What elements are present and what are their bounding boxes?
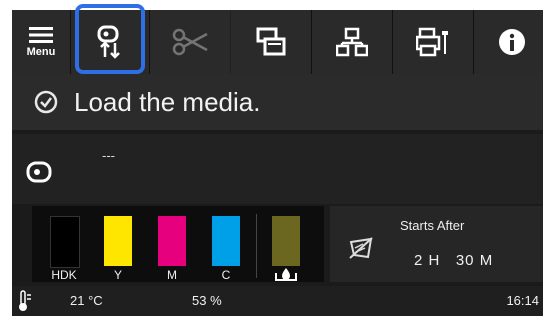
info-icon bbox=[498, 29, 525, 55]
media-feed-icon bbox=[97, 25, 120, 59]
ink-c bbox=[212, 216, 240, 266]
ink-levels[interactable]: HDK Y M C bbox=[32, 206, 324, 282]
menu-button[interactable]: Menu bbox=[12, 10, 71, 74]
status-message-bar: Load the media. bbox=[12, 74, 543, 130]
thermometer-icon bbox=[19, 290, 31, 311]
status-message: Load the media. bbox=[74, 86, 261, 117]
printer-control-panel: Menu Load the media. --- HDK Y M C Start… bbox=[12, 4, 543, 316]
ink-divider bbox=[256, 214, 257, 278]
ink-label-hdk: HDK bbox=[51, 268, 77, 282]
temperature-readout: 21 °C bbox=[70, 293, 103, 308]
timer-label: Starts After bbox=[400, 218, 465, 233]
ink-hdk bbox=[50, 216, 80, 268]
ink-label-m: M bbox=[167, 268, 177, 282]
maintenance-box-level bbox=[272, 216, 300, 266]
ink-label-y: Y bbox=[113, 268, 122, 282]
media-info-row[interactable]: --- bbox=[12, 134, 543, 204]
network-icon bbox=[336, 27, 368, 57]
ink-m bbox=[158, 216, 186, 266]
check-circle-icon bbox=[34, 90, 58, 114]
cleaning-off-icon bbox=[349, 237, 373, 259]
menu-label: Menu bbox=[26, 46, 56, 58]
ink-y bbox=[104, 216, 132, 266]
footer-bar: 21 °C 53 % 16:14 bbox=[12, 286, 543, 316]
toolbar: Menu bbox=[12, 4, 543, 74]
hamburger-icon bbox=[29, 27, 53, 43]
print-queue-icon bbox=[256, 27, 286, 56]
cut-button[interactable] bbox=[150, 10, 231, 74]
clock: 16:14 bbox=[506, 293, 539, 308]
media-info-text: --- bbox=[102, 148, 115, 163]
network-button[interactable] bbox=[312, 10, 393, 74]
roll-media-icon bbox=[26, 161, 52, 183]
status-area: HDK Y M C Starts After 2 H 30 M bbox=[12, 206, 543, 282]
scissors-icon bbox=[172, 28, 208, 56]
maintenance-button[interactable] bbox=[393, 10, 474, 74]
humidity-readout: 53 % bbox=[192, 293, 222, 308]
print-queue-button[interactable] bbox=[231, 10, 312, 74]
ink-label-c: C bbox=[221, 268, 231, 282]
info-button[interactable] bbox=[474, 10, 547, 74]
media-feed-button[interactable] bbox=[71, 4, 150, 74]
timer-value: 2 H 30 M bbox=[414, 252, 494, 269]
cleaning-timer[interactable]: Starts After 2 H 30 M bbox=[330, 206, 543, 282]
maintenance-box-icon bbox=[275, 268, 297, 281]
printer-maintenance-icon bbox=[416, 27, 448, 57]
